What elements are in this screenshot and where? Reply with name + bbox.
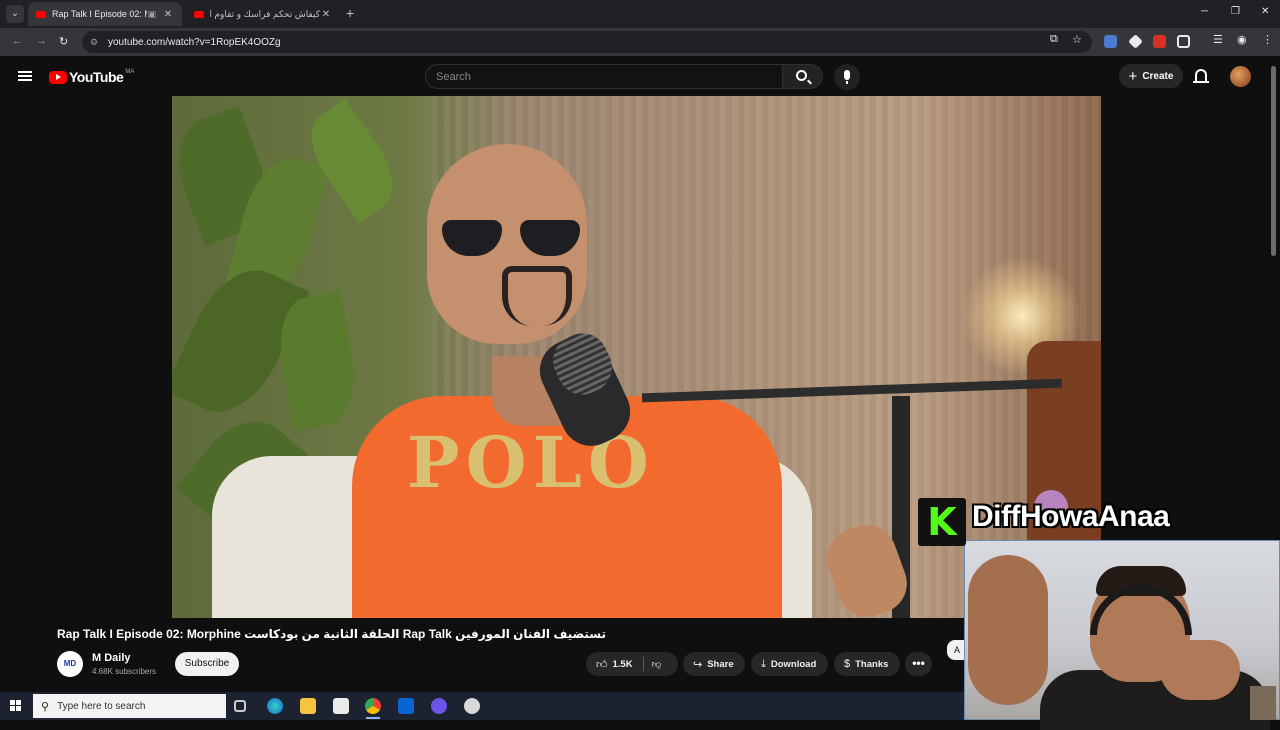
video-title: Rap Talk I Episode 02: Morphine الحلقة ا… <box>57 627 607 641</box>
youtube-favicon-icon <box>36 10 46 18</box>
dislike-icon[interactable]: 👎︎ <box>652 658 662 670</box>
taskbar-search-input[interactable]: ⚲ Type here to search <box>33 694 226 718</box>
windows-start-icon[interactable] <box>10 700 22 712</box>
account-avatar[interactable] <box>1230 66 1251 87</box>
tab-rap-talk[interactable]: Rap Talk I Episode 02: Morp ▣ ✕ <box>28 2 182 26</box>
youtube-logo[interactable]: YouTube MA <box>49 69 134 85</box>
obs-icon[interactable] <box>464 698 480 714</box>
install-app-icon[interactable]: ⧉ <box>1050 33 1058 46</box>
close-tab-icon[interactable]: ✕ <box>162 9 174 20</box>
microphone-icon <box>844 70 850 80</box>
search-icon: ⚲ <box>41 700 50 713</box>
like-divider <box>642 657 644 671</box>
active-app-indicator <box>366 717 380 719</box>
tab-arabic-video[interactable]: كيفاش تحكم فراسك و تقاوم الش... ✕ <box>186 2 340 26</box>
search-icon <box>796 70 807 81</box>
media-playing-icon[interactable]: ▣ <box>147 9 156 20</box>
share-button[interactable]: ↪ Share <box>683 652 745 676</box>
reload-icon[interactable]: ↻ <box>59 35 68 48</box>
tab-search-button[interactable]: ⌄ <box>6 5 24 23</box>
hamburger-menu-icon[interactable] <box>18 71 32 81</box>
close-tab-icon[interactable]: ✕ <box>320 9 332 20</box>
download-icon: ⤓ <box>761 657 766 670</box>
webcam-hand <box>968 555 1048 705</box>
small-webcam <box>1250 686 1276 720</box>
create-button[interactable]: + Create <box>1119 64 1183 88</box>
notifications-bell-icon[interactable] <box>1193 69 1209 83</box>
search-button[interactable] <box>783 64 823 89</box>
extension-red-icon[interactable] <box>1153 35 1166 48</box>
taskbar-search-placeholder: Type here to search <box>57 700 146 712</box>
channel-avatar[interactable]: MD <box>57 651 83 677</box>
site-info-icon[interactable]: ⚙ <box>88 36 100 48</box>
file-explorer-icon[interactable] <box>300 698 316 714</box>
download-label: Download <box>770 658 817 670</box>
subscriber-count: 4.68K subscribers <box>92 667 157 676</box>
voice-search-button[interactable] <box>834 64 860 90</box>
scrollbar-thumb[interactable] <box>1271 66 1276 256</box>
translate-extension-icon[interactable] <box>1104 35 1117 48</box>
browser-tab-bar: ⌄ Rap Talk I Episode 02: Morp ▣ ✕ كيفاش … <box>0 0 1280 28</box>
store-icon[interactable] <box>333 698 349 714</box>
tab-title: Rap Talk I Episode 02: Morp <box>52 9 147 19</box>
like-dislike-group: 👍︎ 1.5K 👎︎ <box>586 652 678 676</box>
task-view-icon[interactable] <box>234 700 246 712</box>
streamer-name: DiffHowaAnaa <box>972 500 1170 533</box>
address-bar[interactable]: ⚙ youtube.com/watch?v=1RopEK4OOZg <box>82 31 1092 53</box>
windows-taskbar: ⚲ Type here to search <box>0 692 964 720</box>
share-label: Share <box>707 658 734 670</box>
minimize-icon[interactable]: ─ <box>1201 6 1208 17</box>
tab-title: كيفاش تحكم فراسك و تقاوم الش... <box>210 8 320 19</box>
outlook-icon[interactable] <box>398 698 414 714</box>
page-scrollbar[interactable] <box>1270 60 1278 260</box>
subscribe-button[interactable]: Subscribe <box>175 652 239 676</box>
thanks-icon: $ <box>844 658 851 670</box>
extension-diamond-icon[interactable] <box>1128 34 1143 49</box>
youtube-favicon-icon <box>194 10 204 18</box>
app-icon[interactable] <box>431 698 447 714</box>
search-input[interactable]: Search <box>425 64 783 89</box>
thanks-label: Thanks <box>855 658 889 670</box>
edge-icon[interactable] <box>267 698 283 714</box>
channel-name[interactable]: M Daily <box>92 652 131 664</box>
sunglasses <box>442 220 592 260</box>
create-label: Create <box>1142 70 1174 82</box>
bookmark-star-icon[interactable]: ☆ <box>1072 33 1082 46</box>
webcam-hand <box>1160 640 1240 700</box>
forward-icon[interactable]: → <box>36 35 47 47</box>
beard <box>502 266 572 326</box>
reading-list-icon[interactable]: ☰ <box>1213 33 1223 46</box>
youtube-play-logo-icon <box>49 70 67 84</box>
like-icon[interactable]: 👍︎ <box>596 658 608 671</box>
side-chip[interactable]: A <box>947 640 965 660</box>
window-close-icon[interactable]: ✕ <box>1261 6 1269 17</box>
kick-badge: K <box>918 498 966 546</box>
chrome-icon[interactable] <box>365 698 381 714</box>
logo-text: YouTube <box>69 69 124 85</box>
thanks-button[interactable]: $ Thanks <box>834 652 900 676</box>
maximize-icon[interactable]: ❐ <box>1231 6 1240 17</box>
profile-icon[interactable]: ◉ <box>1237 33 1247 46</box>
microphone-stand <box>846 81 848 84</box>
back-icon[interactable]: ← <box>12 35 23 47</box>
more-actions-button[interactable]: ••• <box>905 652 932 676</box>
browser-toolbar: ← → ↻ ⚙ youtube.com/watch?v=1RopEK4OOZg … <box>0 28 1280 56</box>
url-text: youtube.com/watch?v=1RopEK4OOZg <box>108 36 281 48</box>
share-icon: ↪ <box>693 658 703 671</box>
download-button[interactable]: ⤓ Download <box>751 652 828 676</box>
country-code: MA <box>125 69 135 75</box>
like-count[interactable]: 1.5K <box>613 659 633 670</box>
browser-menu-icon[interactable]: ⋮ <box>1262 33 1273 46</box>
plus-icon: + <box>1128 67 1138 85</box>
extensions-puzzle-icon[interactable] <box>1177 35 1190 48</box>
youtube-header: YouTube MA Search + Create <box>0 56 1280 96</box>
new-tab-button[interactable]: + <box>346 6 354 20</box>
kick-logo-icon: K <box>927 500 957 544</box>
